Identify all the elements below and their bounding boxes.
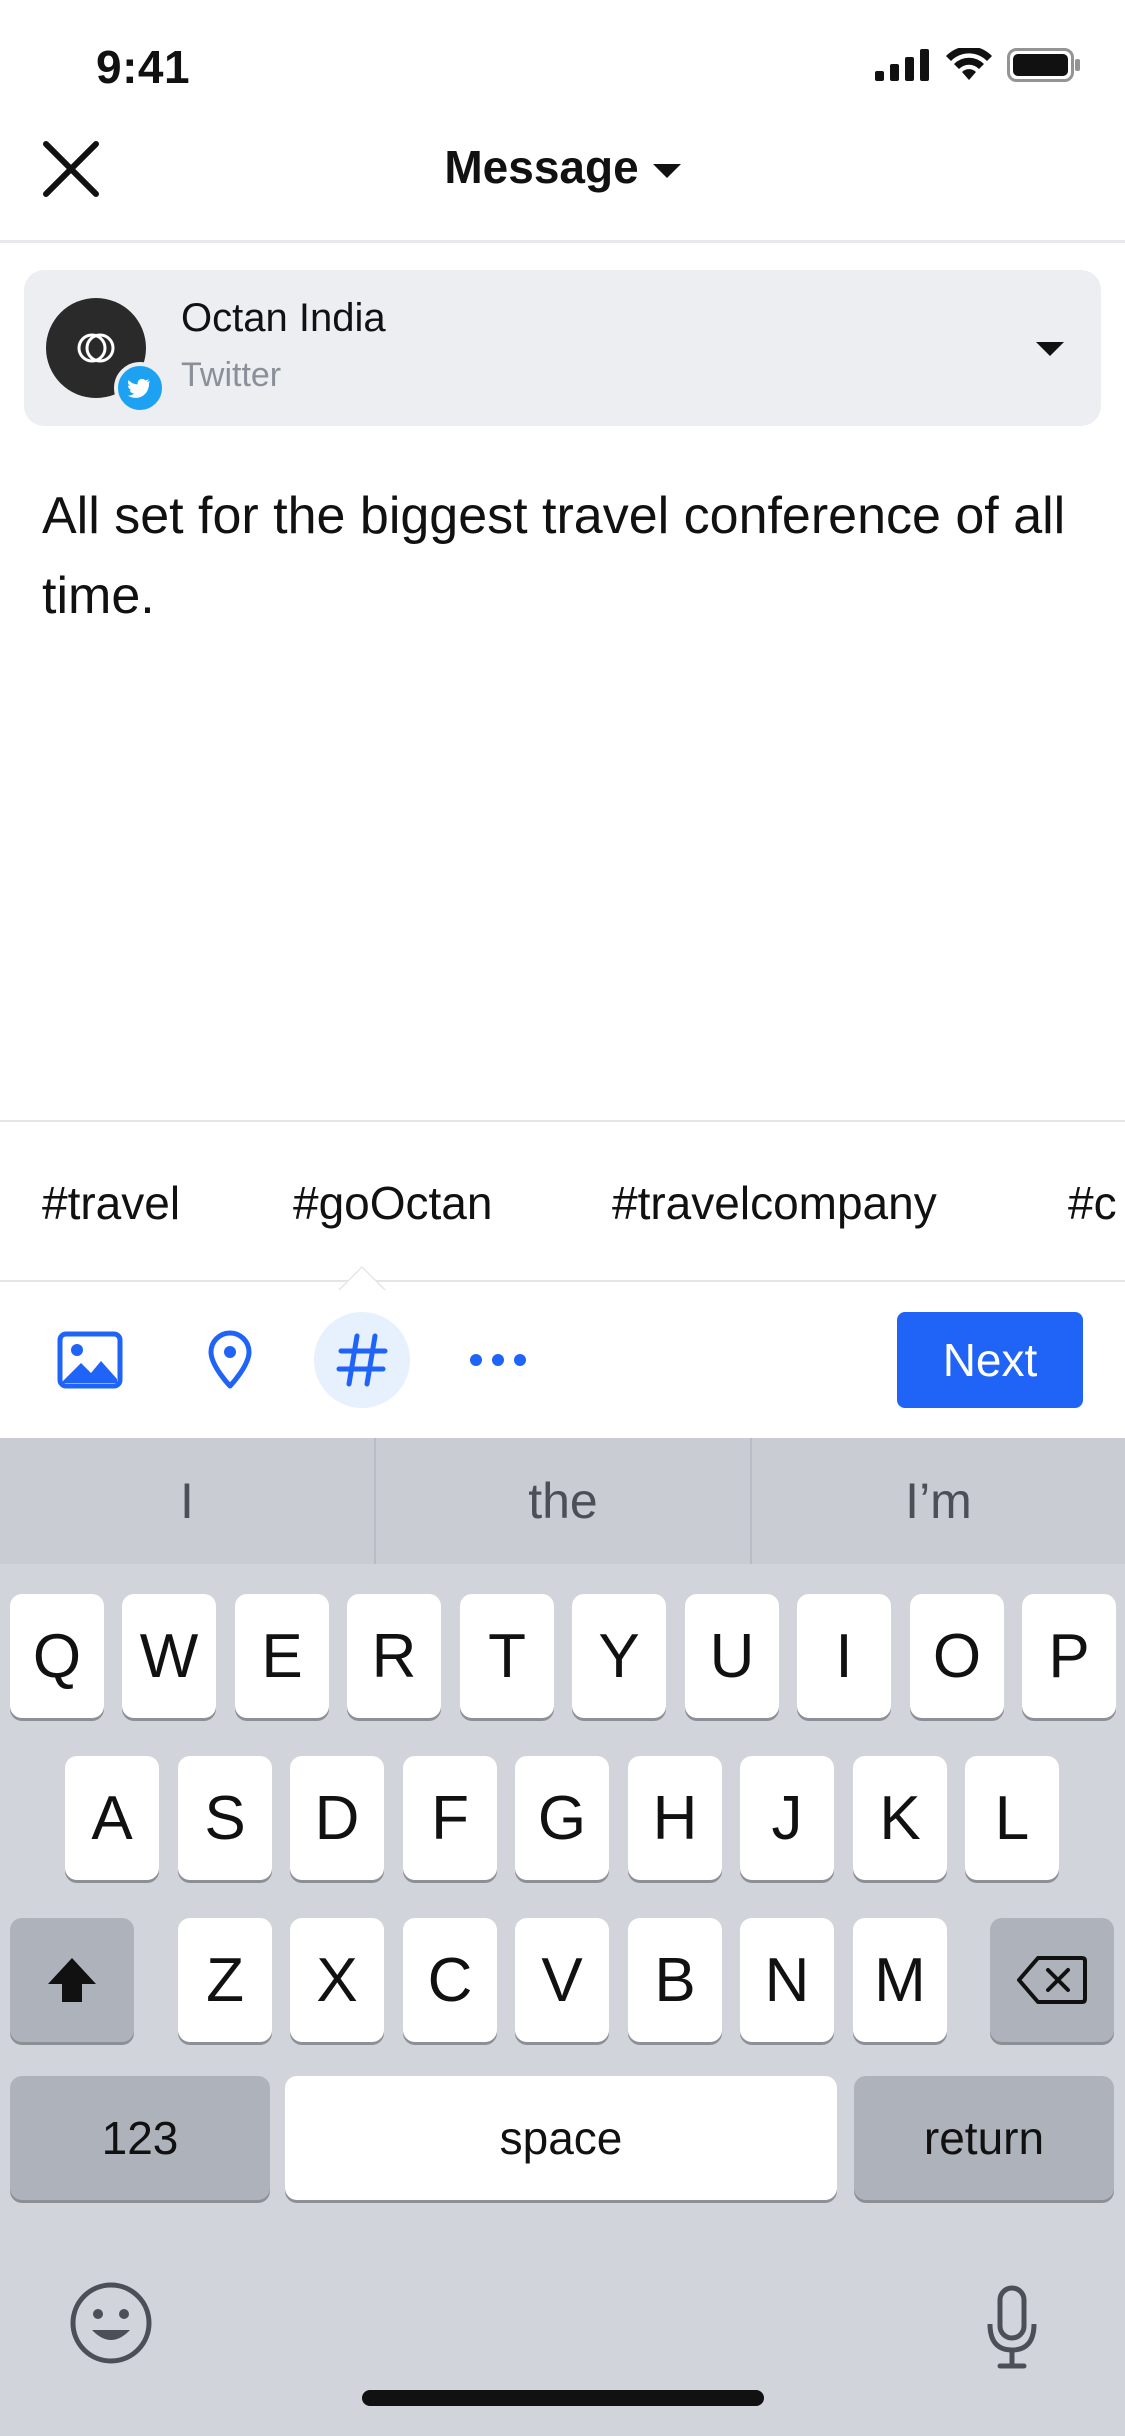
key[interactable]: U — [685, 1594, 779, 1718]
key[interactable]: V — [515, 1918, 609, 2042]
return-key[interactable]: return — [854, 2076, 1114, 2200]
key[interactable]: K — [853, 1756, 947, 1880]
shift-icon — [48, 1958, 96, 2002]
hashtag-chip[interactable]: #goOctan — [293, 1176, 492, 1230]
key[interactable]: H — [628, 1756, 722, 1880]
key[interactable]: D — [290, 1756, 384, 1880]
prediction-item[interactable]: the — [376, 1438, 750, 1564]
caret-down-icon — [652, 163, 681, 178]
key[interactable]: F — [403, 1756, 497, 1880]
more-options-button[interactable] — [450, 1312, 546, 1408]
hashtag-icon — [336, 1333, 388, 1387]
shift-key[interactable] — [10, 1918, 134, 2042]
hashtag-button[interactable] — [314, 1312, 410, 1408]
message-input[interactable]: All set for the biggest travel conferenc… — [42, 476, 1072, 636]
emoji-button[interactable] — [68, 2280, 154, 2366]
more-icon — [470, 1354, 526, 1366]
hashtag-chip[interactable]: #c — [1068, 1176, 1117, 1230]
status-time: 9:41 — [96, 41, 191, 93]
hashtag-divider-bottom — [0, 1280, 1125, 1282]
account-platform: Twitter — [181, 356, 282, 394]
account-name: Octan India — [181, 296, 386, 340]
key[interactable]: T — [460, 1594, 554, 1718]
key[interactable]: W — [122, 1594, 216, 1718]
hashtag-chip[interactable]: #travelcompany — [612, 1176, 937, 1230]
add-image-button[interactable] — [42, 1312, 138, 1408]
key[interactable]: E — [235, 1594, 329, 1718]
key[interactable]: I — [797, 1594, 891, 1718]
key[interactable]: X — [290, 1918, 384, 2042]
prediction-item[interactable]: I — [0, 1438, 374, 1564]
battery-icon — [1007, 48, 1080, 82]
signal-icon — [875, 49, 929, 81]
message-type-dropdown[interactable]: Message — [0, 140, 1125, 194]
key[interactable]: Q — [10, 1594, 104, 1718]
add-location-button[interactable] — [182, 1312, 278, 1408]
key[interactable]: O — [910, 1594, 1004, 1718]
hashtag-chip[interactable]: #travel — [42, 1176, 180, 1230]
key[interactable]: R — [347, 1594, 441, 1718]
space-key[interactable]: space — [285, 2076, 837, 2200]
key[interactable]: P — [1022, 1594, 1116, 1718]
header-divider — [0, 240, 1125, 243]
key[interactable]: C — [403, 1918, 497, 2042]
key[interactable]: Y — [572, 1594, 666, 1718]
account-selector[interactable] — [24, 270, 1101, 426]
pointer — [340, 1268, 384, 1290]
backspace-icon — [1017, 1956, 1087, 2004]
key[interactable]: J — [740, 1756, 834, 1880]
hashtag-suggestions: #travel #goOctan #travelcompany #c — [0, 1122, 1125, 1280]
home-indicator — [362, 2390, 764, 2406]
key[interactable]: B — [628, 1918, 722, 2042]
emoji-icon — [70, 2282, 152, 2364]
delete-key[interactable] — [990, 1918, 1114, 2042]
microphone-icon — [987, 2285, 1037, 2369]
key[interactable]: N — [740, 1918, 834, 2042]
dictation-button[interactable] — [984, 2284, 1040, 2372]
key[interactable]: A — [65, 1756, 159, 1880]
key[interactable]: L — [965, 1756, 1059, 1880]
location-pin-icon — [208, 1330, 252, 1389]
account-caret-down-icon[interactable] — [1036, 342, 1064, 356]
key[interactable]: S — [178, 1756, 272, 1880]
twitter-badge-icon — [114, 362, 166, 414]
status-icons — [875, 48, 1081, 82]
image-icon — [57, 1331, 123, 1389]
key[interactable]: G — [515, 1756, 609, 1880]
next-button[interactable]: Next — [897, 1312, 1083, 1408]
prediction-item[interactable]: I’m — [752, 1438, 1125, 1564]
wifi-icon — [946, 48, 992, 80]
page-title: Message — [444, 141, 639, 193]
key[interactable]: Z — [178, 1918, 272, 2042]
key[interactable]: M — [853, 1918, 947, 2042]
numbers-key[interactable]: 123 — [10, 2076, 270, 2200]
